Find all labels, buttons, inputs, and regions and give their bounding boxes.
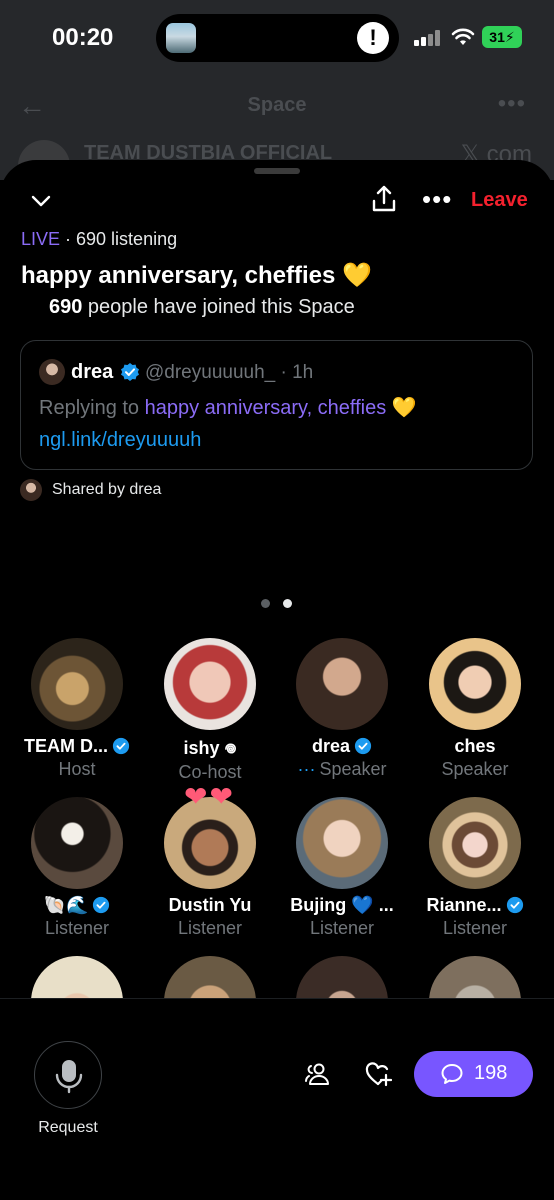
verified-badge-icon: [121, 363, 139, 381]
post-link[interactable]: ngl.link/dreyuuuuh: [39, 429, 201, 452]
shared-post-card[interactable]: drea @dreyuuuuuh_ · 1h Replying to happy…: [20, 340, 533, 470]
participant-name: drea: [311, 736, 351, 756]
space-title: happy anniversary, cheffies 💛: [21, 262, 372, 289]
verified-badge-icon: [354, 737, 372, 755]
bottom-toolbar: Request 198: [0, 998, 554, 1200]
joined-text: people have joined this Space: [82, 296, 355, 318]
avatar: [31, 797, 123, 889]
verified-badge-icon: [93, 896, 110, 914]
background-page-title: Space: [247, 94, 307, 116]
reply-space-link[interactable]: happy anniversary, cheffies: [145, 397, 387, 419]
avatar: [20, 479, 42, 501]
comment-icon: [441, 1064, 463, 1084]
live-status: LIVE · 690 listening: [21, 229, 177, 250]
participant-name: Rianne...: [426, 895, 502, 915]
comment-count: 198: [474, 1062, 508, 1084]
participant-role: Listener: [177, 918, 243, 938]
reply-prefix: Replying to: [39, 397, 145, 419]
charging-icon: ⚡: [504, 29, 515, 45]
participant-name: ishy 𖦹: [183, 738, 237, 758]
leave-button[interactable]: Leave: [471, 189, 528, 212]
comments-button[interactable]: 198: [414, 1051, 533, 1097]
page-dot-2[interactable]: [283, 599, 292, 608]
more-icon: •••: [497, 90, 526, 117]
participant-card[interactable]: Bujing 💙 ... Listener: [277, 797, 407, 939]
listening-count: · 690 listening: [60, 229, 178, 249]
participant-role: Listener: [44, 918, 110, 938]
reply-emoji: 💛: [386, 397, 417, 419]
participant-role: Listener: [309, 918, 375, 938]
speaking-indicator-icon: ···: [297, 759, 316, 779]
participant-card[interactable]: 🐚🌊 Listener: [12, 797, 142, 939]
wifi-icon: [451, 28, 475, 45]
avatar: [164, 638, 256, 730]
microphone-icon: [55, 1060, 83, 1094]
participant-role: Speaker: [441, 759, 509, 779]
participant-card[interactable]: Dustin Yu Listener: [145, 797, 275, 939]
participant-card[interactable]: TEAM D... Host: [12, 638, 142, 780]
participant-card[interactable]: ishy 𖦹 Co-host: [145, 638, 275, 783]
participant-card[interactable]: Rianne... Listener: [410, 797, 540, 939]
participant-name: ches: [454, 736, 496, 756]
request-button[interactable]: [34, 1041, 102, 1109]
app-thumbnail-icon: [166, 23, 196, 53]
status-time: 00:20: [52, 24, 114, 51]
avatar: [429, 638, 521, 730]
reply-context: Replying to happy anniversary, cheffies …: [39, 395, 417, 420]
avatar: [296, 638, 388, 730]
participant-role: Host: [58, 759, 96, 779]
dynamic-island[interactable]: !: [156, 14, 399, 62]
share-icon[interactable]: [370, 184, 398, 214]
avatar: [31, 638, 123, 730]
post-author-handle: @dreyuuuuuh_ · 1h: [145, 362, 314, 383]
chevron-down-icon[interactable]: [28, 188, 54, 214]
heart-plus-icon[interactable]: [364, 1060, 392, 1088]
alert-icon: !: [357, 22, 389, 54]
battery-level: 31: [489, 29, 505, 45]
live-badge: LIVE: [21, 229, 61, 249]
joined-summary: 690 people have joined this Space: [49, 296, 355, 319]
shared-by-label: Shared by drea: [52, 481, 162, 498]
battery-indicator: 31⚡: [482, 26, 522, 48]
status-bar: 00:20 ! 31⚡: [0, 0, 554, 80]
avatar: [39, 359, 65, 385]
more-options-icon[interactable]: •••: [422, 186, 452, 212]
avatar: [429, 797, 521, 889]
participant-card[interactable]: ches Speaker: [410, 638, 540, 780]
page-dot-1[interactable]: [261, 599, 270, 608]
participant-card[interactable]: drea ··· Speaker: [277, 638, 407, 780]
sheet-grabber[interactable]: [254, 168, 300, 174]
joined-count: 690: [49, 296, 83, 318]
request-label: Request: [38, 1119, 98, 1136]
participant-role: Speaker: [319, 759, 387, 779]
participant-name: Bujing 💙 ...: [290, 895, 394, 915]
participant-name: 🐚🌊: [43, 895, 89, 915]
participant-name: TEAM D...: [24, 736, 108, 756]
cellular-signal-icon: [414, 30, 442, 46]
avatar: [296, 797, 388, 889]
heart-reaction-icon: ❤❤: [184, 781, 235, 812]
space-sheet: ••• Leave LIVE · 690 listening happy ann…: [0, 160, 554, 1200]
people-icon[interactable]: [303, 1060, 331, 1088]
verified-badge-icon: [112, 737, 130, 755]
participant-role: Listener: [442, 918, 508, 938]
verified-badge-icon: [506, 896, 523, 914]
participant-name: Dustin Yu: [168, 895, 252, 915]
post-author-name: drea: [71, 361, 114, 383]
